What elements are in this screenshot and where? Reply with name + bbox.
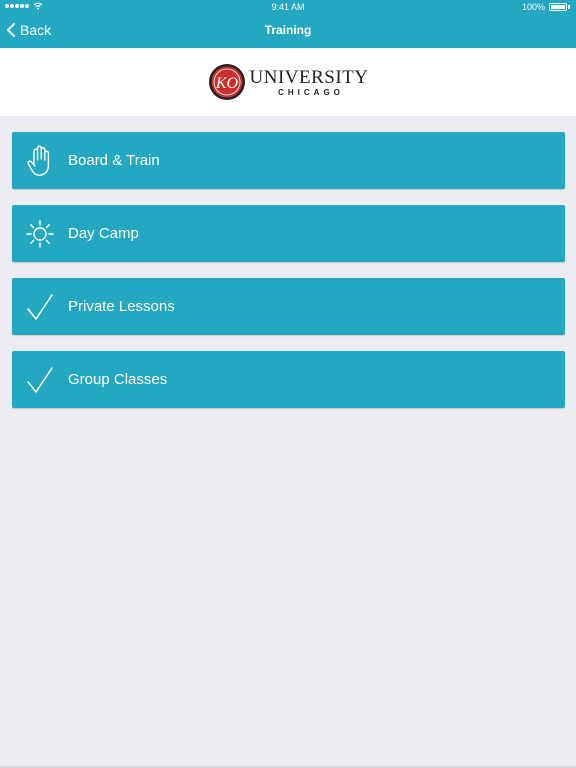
status-time: 9:41 AM <box>271 2 305 12</box>
navigation-bar: Back Training <box>0 14 576 48</box>
svg-text:KO: KO <box>214 75 238 92</box>
list-item-group-classes[interactable]: Group Classes <box>12 351 565 408</box>
brand-city: CHICAGO <box>278 87 344 97</box>
list-item-day-camp[interactable]: Day Camp <box>12 205 565 262</box>
battery-tip <box>568 5 570 9</box>
list-item-label: Private Lessons <box>68 298 175 315</box>
battery-group: 100% <box>522 2 570 12</box>
sun-icon <box>12 219 68 249</box>
list-item-label: Board & Train <box>68 152 160 169</box>
status-bar: 9:41 AM 100% <box>0 0 576 14</box>
list-item-label: Group Classes <box>68 371 168 388</box>
checkmark-icon <box>12 365 68 395</box>
battery-percent: 100% <box>521 2 545 12</box>
ko-seal-icon: KO <box>208 64 245 100</box>
hand-icon <box>12 145 68 177</box>
brand-name: UNIVERSITY <box>249 66 369 88</box>
page-title: Training <box>264 23 312 37</box>
checkmark-icon <box>12 292 68 322</box>
logo: KO UNIVERSITY CHICAGO <box>208 63 369 101</box>
list-item-private-lessons[interactable]: Private Lessons <box>12 278 565 335</box>
list-item-board-train[interactable]: Board & Train <box>12 132 565 189</box>
training-list: Board & Train Day Camp Private Lessons G… <box>12 132 565 424</box>
brand-header: KO UNIVERSITY CHICAGO <box>0 48 576 116</box>
list-item-label: Day Camp <box>68 225 139 242</box>
battery-icon <box>549 3 567 11</box>
